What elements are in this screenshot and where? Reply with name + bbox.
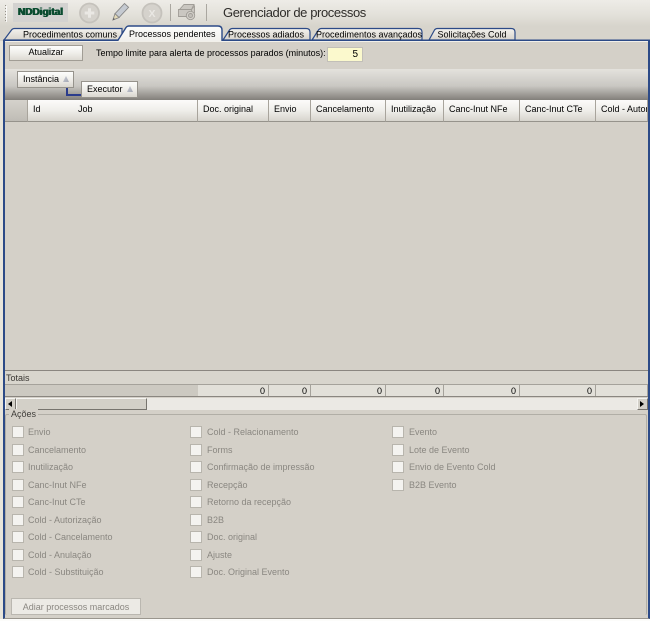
svg-text:Solicitações Cold: Solicitações Cold (437, 30, 506, 40)
svg-text:Procedimentos avançados: Procedimentos avançados (316, 30, 423, 40)
svg-text:Procedimentos comuns: Procedimentos comuns (23, 30, 118, 40)
svg-text:Processos pendentes: Processos pendentes (129, 29, 216, 39)
svg-text:X: X (148, 8, 155, 20)
svg-text:Processos adiados: Processos adiados (228, 30, 305, 40)
